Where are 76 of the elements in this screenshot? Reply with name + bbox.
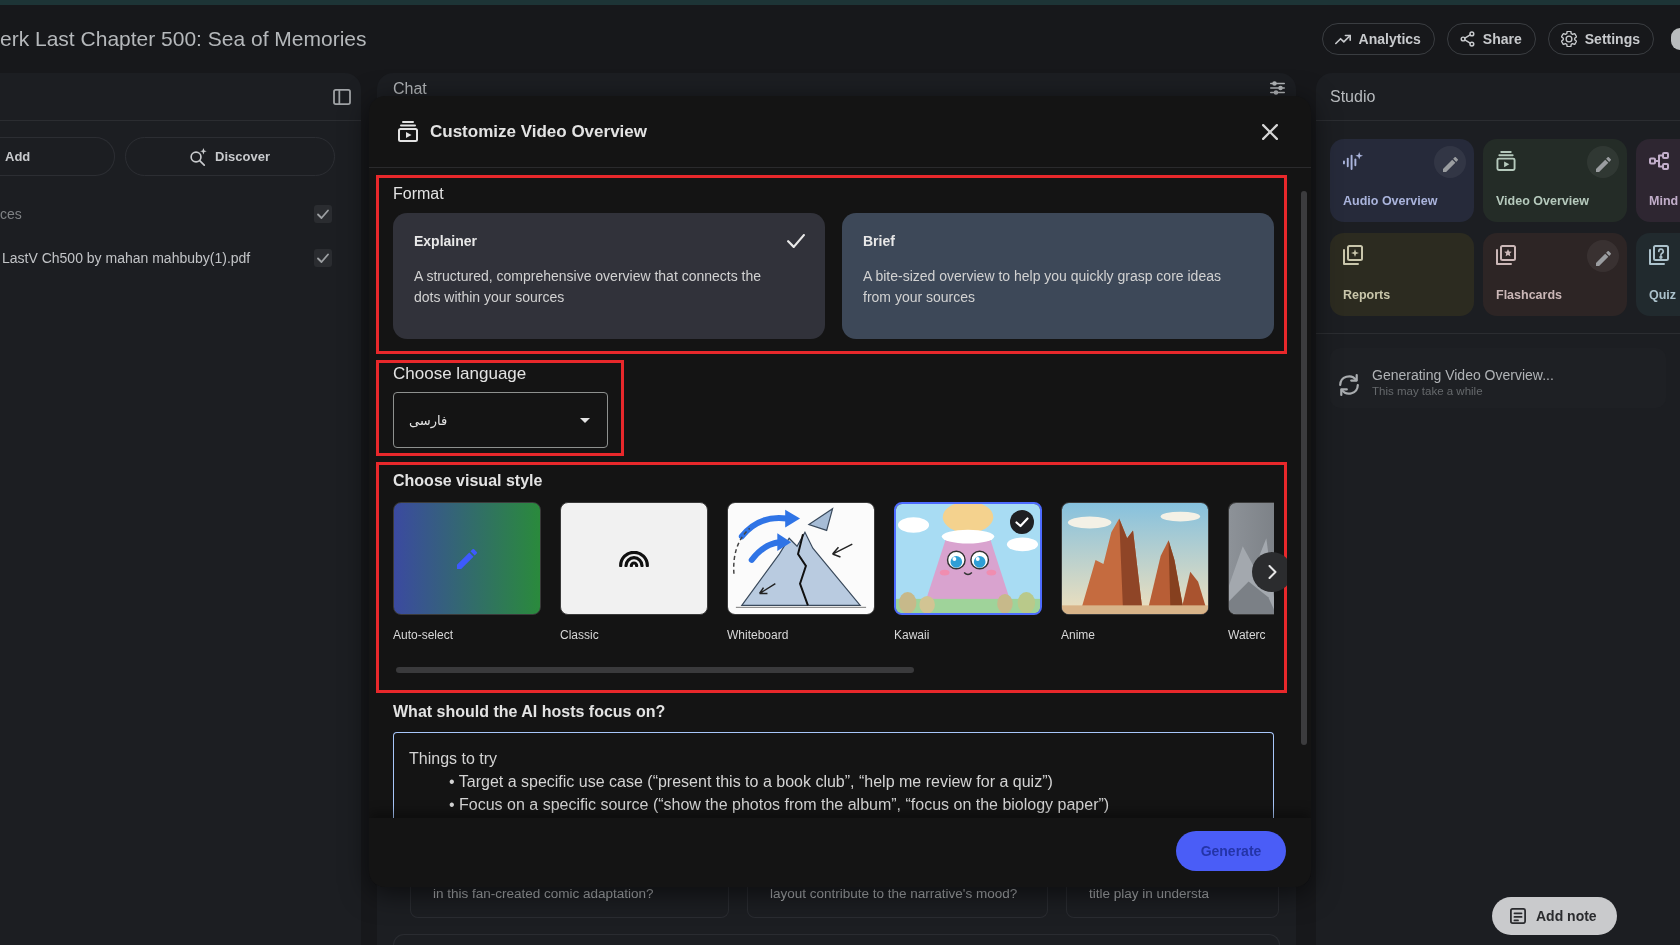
note-icon (1510, 908, 1526, 924)
section-label: Choose visual style (393, 471, 544, 491)
gradient-thumbnail[interactable] (393, 502, 541, 615)
close-icon (1262, 123, 1278, 140)
pencil-icon (457, 548, 477, 569)
option-title: Explainer (414, 232, 478, 250)
video-stack-icon (1496, 151, 1516, 171)
rocky-peaks-thumbnail[interactable] (1061, 502, 1209, 615)
check-icon (787, 234, 805, 248)
search-sparkle-icon (190, 147, 208, 166)
check-circle-icon (1010, 510, 1034, 534)
document-sparkle-icon (1343, 245, 1363, 265)
checkbox[interactable] (314, 205, 332, 223)
cartoon-volcano-thumbnail[interactable] (894, 502, 1042, 615)
style-label: Auto-select (393, 627, 455, 643)
status-title: Generating Video Overview... (1372, 366, 1554, 384)
bean-character (997, 594, 1013, 613)
trend-arrow-icon (1334, 33, 1351, 45)
select-all-label: ces (0, 206, 23, 222)
style-label: Waterc (1228, 627, 1267, 643)
sliders-icon[interactable] (1270, 81, 1285, 95)
source-name[interactable]: LastV Ch500 by mahan mahbuby(1).pdf (0, 250, 314, 266)
style-label: Kawaii (894, 627, 931, 643)
close-button[interactable] (1262, 123, 1278, 140)
studio-tool-tile[interactable]: Flashcards (1483, 233, 1627, 316)
option-description: A structured, comprehensive overview that connects the dots within your sources (414, 267, 763, 307)
studio-tool-tile[interactable]: Mind (1636, 139, 1680, 222)
dialog-title: Customize Video Overview (430, 121, 647, 142)
volcano-sketch-thumbnail[interactable] (727, 502, 875, 615)
style-label: Whiteboard (727, 627, 790, 643)
format-option-card[interactable]: Brief A bite-sized overview to help you quickly grasp core ideas from your sources (842, 213, 1274, 339)
add-note-button[interactable]: Add note (1492, 897, 1617, 935)
caret-down-icon (580, 417, 590, 423)
studio-tool-tile[interactable]: Quiz (1636, 233, 1680, 316)
mind-map-icon (1649, 151, 1669, 171)
style-label: Classic (560, 627, 600, 643)
share-icon (1459, 31, 1475, 47)
studio-tool-tile[interactable]: Video Overview (1483, 139, 1627, 222)
style-label: Anime (1061, 627, 1096, 643)
status-subtitle: This may take a while (1372, 384, 1484, 398)
section-label: Choose language (393, 364, 528, 384)
edit-button[interactable] (1434, 146, 1466, 178)
avatar-icon[interactable] (1671, 28, 1680, 50)
video-stack-icon (398, 121, 418, 142)
edit-button[interactable] (1587, 240, 1619, 272)
chevron-right-icon (1267, 565, 1277, 579)
pencil-icon (1595, 157, 1611, 172)
panel-title: Studio (1330, 87, 1376, 106)
notebook-title: erk Last Chapter 500: Sea of Memories (0, 27, 367, 51)
pencil-icon (1442, 157, 1458, 172)
checkbox[interactable] (314, 249, 332, 267)
panel-title: Chat (393, 81, 427, 96)
eruption-cloud (942, 504, 994, 533)
cloud (1006, 537, 1039, 552)
waveform-sparkle-icon (1343, 151, 1363, 171)
settings-icon (1560, 31, 1577, 47)
arcs-icon (619, 550, 649, 567)
bean-character (919, 595, 935, 613)
option-description: A bite-sized overview to help you quickly grasp core ideas from your sources (863, 267, 1222, 307)
question-card-icon (1649, 245, 1669, 265)
studio-tool-tile[interactable]: Audio Overview (1330, 139, 1474, 222)
section-label: Format (393, 184, 445, 204)
format-option-card[interactable]: Explainer A structured, comprehensive overview that connects the dots within your sources (393, 213, 825, 339)
language-dropdown[interactable]: فارسی (393, 392, 608, 448)
section-label: What should the AI hosts focus on? (393, 702, 667, 722)
sync-icon (1338, 374, 1360, 396)
studio-tool-tile[interactable]: Reports (1330, 233, 1474, 316)
arcs-thumbnail[interactable] (560, 502, 708, 615)
card-star-icon (1496, 245, 1516, 265)
bean-character (1017, 592, 1036, 613)
pencil-icon (1595, 251, 1611, 266)
panel-toggle-icon[interactable] (333, 88, 351, 105)
cloud (897, 517, 930, 533)
option-title: Brief (863, 232, 895, 250)
bean-character (898, 592, 917, 613)
edit-button[interactable] (1587, 146, 1619, 178)
